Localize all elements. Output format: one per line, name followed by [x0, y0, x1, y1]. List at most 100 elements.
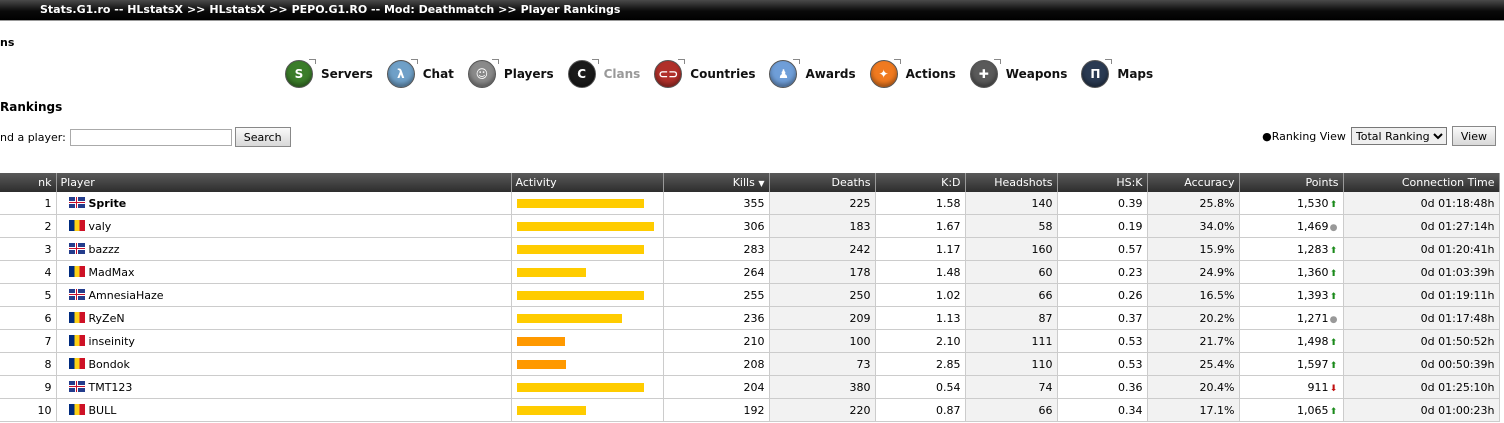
- player-link[interactable]: Sprite: [89, 197, 127, 210]
- kills-cell: 192: [663, 398, 770, 422]
- nav-item-countries[interactable]: ⊂⊃ Countries: [654, 59, 756, 88]
- breadcrumb: Stats.G1.ro -- HLstatsX >> HLstatsX >> PEPO.…: [40, 3, 620, 16]
- player-link[interactable]: RyZeN: [89, 312, 125, 325]
- deaths-cell: 220: [769, 398, 876, 422]
- player-link[interactable]: TMT123: [89, 381, 133, 394]
- deaths-cell: 380: [769, 375, 876, 399]
- kills-cell: 204: [663, 375, 770, 399]
- section-title: Rankings: [0, 100, 63, 114]
- trend-same-icon: ●: [1329, 222, 1338, 233]
- headshots-cell: 66: [965, 398, 1058, 422]
- activity-bar: [516, 314, 622, 323]
- ranking-view-select[interactable]: Total Ranking: [1350, 127, 1447, 145]
- col-hsk[interactable]: HS:K: [1057, 173, 1148, 192]
- headshots-cell: 66: [965, 283, 1058, 307]
- col-headshots[interactable]: Headshots: [965, 173, 1058, 192]
- col-accuracy[interactable]: Accuracy: [1147, 173, 1240, 192]
- player-link[interactable]: MadMax: [89, 266, 135, 279]
- nav-item-label: Countries: [690, 67, 756, 81]
- col-kd[interactable]: K:D: [875, 173, 966, 192]
- connection-time-cell: 0d 01:18:48h: [1343, 192, 1500, 215]
- points-value: 1,393: [1297, 288, 1329, 302]
- col-kills[interactable]: Kills ▼: [663, 173, 770, 192]
- rank-cell: 8: [0, 352, 57, 376]
- points-cell: 1,283⬆: [1239, 237, 1344, 261]
- table-row: 9 TMT123 204 380 0.54 74 0.36 20.4% 911⬇ 0d 01:25…: [0, 375, 1500, 399]
- col-activity[interactable]: Activity: [511, 173, 664, 192]
- breadcrumb-hlstatsx[interactable]: HLstatsX: [209, 3, 265, 16]
- trend-same-icon: ●: [1329, 314, 1338, 325]
- countries-icon: ⊂⊃: [654, 59, 686, 88]
- weapons-icon: ✚: [969, 59, 1001, 88]
- col-points[interactable]: Points: [1239, 173, 1344, 192]
- rankings-table: nk Player Activity Kills ▼ Deaths K:D He…: [0, 173, 1500, 422]
- player-cell: bazzz: [56, 237, 512, 261]
- trend-up-icon: ⬆: [1329, 406, 1338, 417]
- kd-cell: 0.87: [875, 398, 966, 422]
- player-link[interactable]: bazzz: [89, 243, 120, 256]
- activity-cell: [511, 352, 664, 376]
- connection-time-cell: 0d 01:25:10h: [1343, 375, 1500, 399]
- nav-item-weapons[interactable]: ✚ Weapons: [969, 59, 1067, 88]
- nav-item-maps[interactable]: Π Maps: [1081, 59, 1153, 88]
- player-cell: TMT123: [56, 375, 512, 399]
- points-value: 911: [1307, 380, 1329, 394]
- nav-item-awards[interactable]: ♟ Awards: [769, 59, 856, 88]
- breadcrumb-separator: >>: [269, 3, 288, 16]
- col-rank[interactable]: nk: [0, 173, 57, 192]
- points-value: 1,597: [1297, 357, 1329, 371]
- search-button[interactable]: Search: [234, 127, 291, 147]
- trend-up-icon: ⬆: [1329, 337, 1338, 348]
- kd-cell: 1.67: [875, 214, 966, 238]
- nav-item-chat[interactable]: λ Chat: [386, 59, 454, 88]
- player-cell: MadMax: [56, 260, 512, 284]
- nav-item-servers[interactable]: S Servers: [285, 59, 373, 88]
- rank-cell: 1: [0, 192, 57, 215]
- accuracy-cell: 20.4%: [1147, 375, 1240, 399]
- breadcrumb-site[interactable]: Stats.G1.ro -- HLstatsX: [40, 3, 183, 16]
- find-player-input[interactable]: [69, 128, 232, 146]
- clans-icon: C: [567, 59, 599, 88]
- player-link[interactable]: Bondok: [89, 358, 130, 371]
- table-header-row: nk Player Activity Kills ▼ Deaths K:D He…: [0, 173, 1500, 192]
- nav-item-players[interactable]: ☺ Players: [467, 59, 554, 88]
- points-cell: 911⬇: [1239, 375, 1344, 399]
- col-player[interactable]: Player: [56, 173, 512, 192]
- ranking-view-label: Ranking View: [1271, 129, 1346, 143]
- points-value: 1,498: [1297, 334, 1329, 348]
- hsk-cell: 0.19: [1057, 214, 1148, 238]
- activity-bar: [516, 360, 566, 369]
- awards-icon: ♟: [769, 59, 801, 88]
- deaths-cell: 242: [769, 237, 876, 261]
- servers-icon: S: [285, 59, 316, 88]
- player-link[interactable]: inseinity: [89, 335, 135, 348]
- points-value: 1,469: [1297, 219, 1329, 233]
- romania-flag-icon: [68, 334, 85, 346]
- player-cell: Bondok: [56, 352, 512, 376]
- nav-item-clans[interactable]: C Clans: [567, 59, 640, 88]
- player-cell: BULL: [56, 398, 512, 422]
- col-connection-time[interactable]: Connection Time: [1343, 173, 1500, 192]
- deaths-cell: 178: [769, 260, 876, 284]
- player-link[interactable]: valy: [89, 220, 112, 233]
- nav-item-actions[interactable]: ✦ Actions: [869, 59, 956, 88]
- rank-cell: 4: [0, 260, 57, 284]
- points-cell: 1,065⬆: [1239, 398, 1344, 422]
- view-button[interactable]: View: [1451, 126, 1496, 146]
- points-cell: 1,469●: [1239, 214, 1344, 238]
- headshots-cell: 140: [965, 192, 1058, 215]
- col-deaths[interactable]: Deaths: [769, 173, 876, 192]
- trend-down-icon: ⬇: [1329, 383, 1338, 394]
- breadcrumb-server[interactable]: PEPO.G1.RO -- Mod: Deathmatch: [292, 3, 495, 16]
- nav-item-label: Players: [503, 67, 554, 81]
- top-breadcrumb-bar: Stats.G1.ro -- HLstatsX >> HLstatsX >> PEPO.…: [0, 0, 1504, 21]
- hsk-cell: 0.53: [1057, 352, 1148, 376]
- points-value: 1,360: [1297, 265, 1329, 279]
- players-icon: ☺: [467, 59, 499, 88]
- points-cell: 1,360⬆: [1239, 260, 1344, 284]
- player-link[interactable]: AmnesiaHaze: [89, 289, 164, 302]
- kd-cell: 1.02: [875, 283, 966, 307]
- accuracy-cell: 25.4%: [1147, 352, 1240, 376]
- activity-cell: [511, 192, 664, 215]
- player-link[interactable]: BULL: [89, 404, 117, 417]
